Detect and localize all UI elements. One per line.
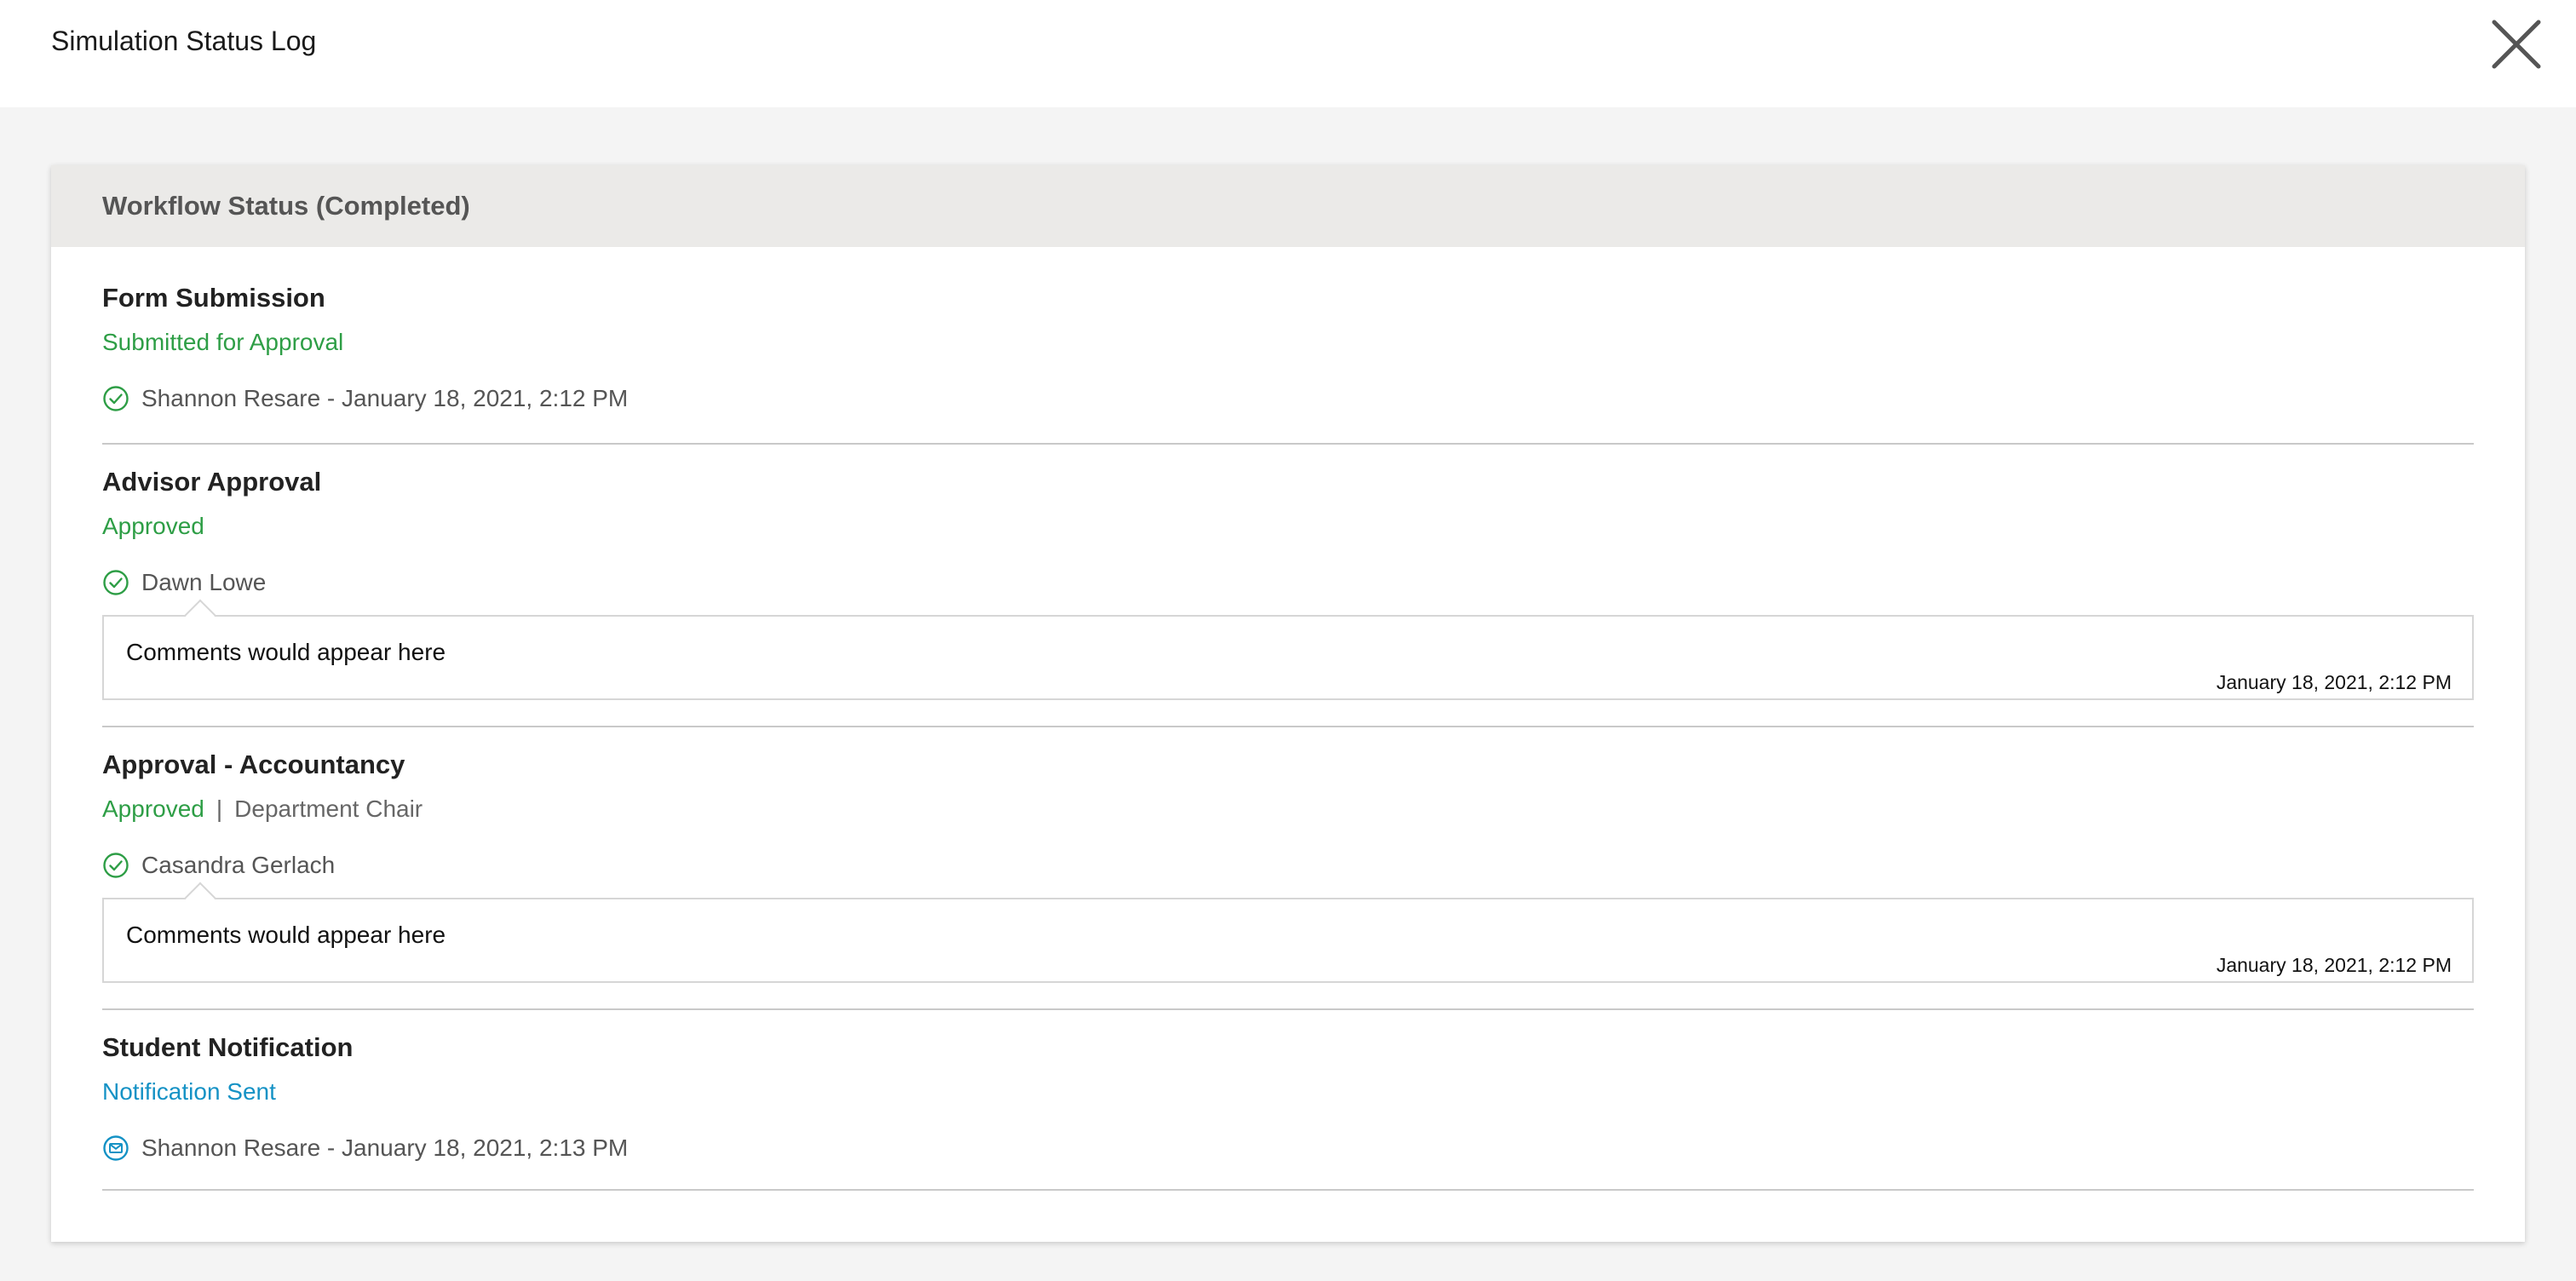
step-title: Approval - Accountancy bbox=[102, 750, 405, 779]
mail-circle-icon bbox=[102, 1135, 129, 1162]
check-circle-icon bbox=[102, 852, 129, 879]
actor-text: Shannon Resare - January 18, 2021, 2:12 … bbox=[141, 385, 629, 411]
dialog-header: Simulation Status Log bbox=[0, 0, 2576, 107]
step-title: Student Notification bbox=[102, 1032, 354, 1062]
step-actor: Shannon Resare - January 18, 2021, 2:13 … bbox=[102, 1133, 2474, 1163]
dialog-title: Simulation Status Log bbox=[51, 26, 317, 56]
status-text: Approved bbox=[102, 796, 204, 822]
check-circle-icon bbox=[102, 569, 129, 596]
comment-timestamp: January 18, 2021, 2:12 PM bbox=[2216, 954, 2452, 976]
status-text: Approved bbox=[102, 513, 204, 539]
status-separator: | bbox=[216, 796, 223, 822]
step-student-notification: Student Notification Notification Sent S… bbox=[102, 1010, 2474, 1191]
comment-timestamp: January 18, 2021, 2:12 PM bbox=[2216, 671, 2452, 693]
step-advisor-approval: Advisor Approval Approved Dawn Lowe Comm… bbox=[102, 445, 2474, 727]
step-status: Approved bbox=[102, 511, 2474, 542]
status-text: Submitted for Approval bbox=[102, 329, 344, 355]
step-title: Advisor Approval bbox=[102, 467, 322, 497]
workflow-status-title: Workflow Status (Completed) bbox=[102, 191, 470, 221]
step-form-submission: Form Submission Submitted for Approval S… bbox=[102, 247, 2474, 445]
comment-box: Comments would appear here January 18, 2… bbox=[102, 615, 2474, 700]
close-icon bbox=[2492, 20, 2541, 69]
step-actor: Shannon Resare - January 18, 2021, 2:12 … bbox=[102, 383, 2474, 414]
comment-box: Comments would appear here January 18, 2… bbox=[102, 898, 2474, 983]
step-status: Approved | Department Chair bbox=[102, 794, 2474, 824]
workflow-status-panel: Workflow Status (Completed) Form Submiss… bbox=[51, 165, 2525, 1242]
workflow-status-header: Workflow Status (Completed) bbox=[51, 165, 2525, 247]
actor-text: Casandra Gerlach bbox=[141, 852, 336, 878]
status-role: Department Chair bbox=[234, 796, 423, 822]
step-approval-accountancy: Approval - Accountancy Approved | Depart… bbox=[102, 727, 2474, 1010]
step-status: Submitted for Approval bbox=[102, 327, 2474, 358]
actor-text: Dawn Lowe bbox=[141, 569, 267, 595]
actor-text: Shannon Resare - January 18, 2021, 2:13 … bbox=[141, 1135, 629, 1161]
step-actor: Casandra Gerlach bbox=[102, 850, 2474, 881]
status-text: Notification Sent bbox=[102, 1078, 276, 1105]
step-status: Notification Sent bbox=[102, 1077, 2474, 1107]
step-actor: Dawn Lowe bbox=[102, 567, 2474, 598]
check-circle-icon bbox=[102, 385, 129, 412]
comment-text: Comments would appear here bbox=[126, 639, 446, 665]
close-button[interactable] bbox=[2487, 15, 2545, 73]
comment-text: Comments would appear here bbox=[126, 922, 446, 948]
workflow-steps: Form Submission Submitted for Approval S… bbox=[51, 247, 2525, 1191]
step-title: Form Submission bbox=[102, 283, 325, 313]
